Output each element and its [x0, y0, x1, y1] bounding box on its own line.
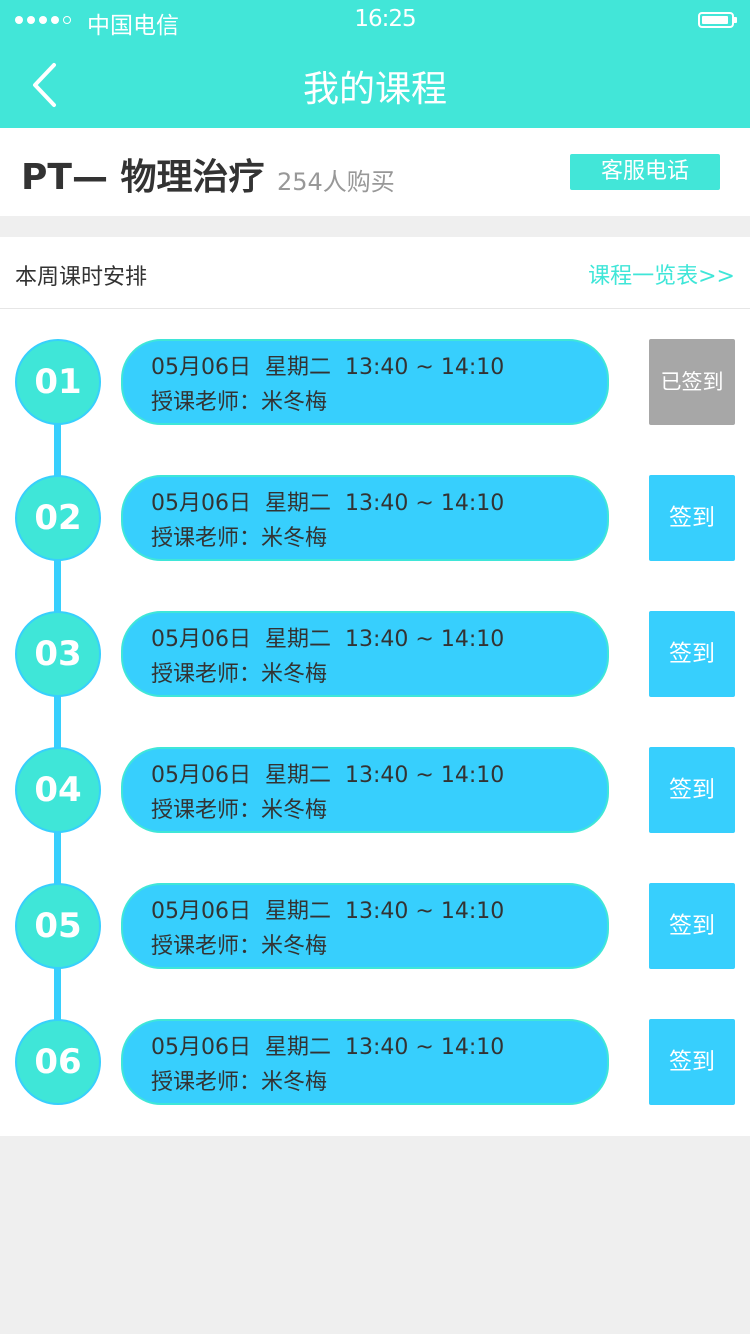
- session-list: 01 05月06日 星期二 13:40 ~ 14:10 授课老师：米冬梅 已签到 0…: [0, 309, 750, 1136]
- signed-in-button[interactable]: 已签到: [649, 339, 735, 425]
- session-teacher: 授课老师：米冬梅: [151, 934, 328, 959]
- session-date: 05月06日: [151, 491, 251, 516]
- session-teacher: 授课老师：米冬梅: [151, 526, 328, 551]
- session-date: 05月06日: [151, 763, 251, 788]
- session-weekday: 星期二: [265, 899, 332, 924]
- session-card: 05月06日 星期二 13:40 ~ 14:10 授课老师：米冬梅: [121, 883, 609, 969]
- session-weekday: 星期二: [265, 355, 332, 380]
- session-teacher: 授课老师：米冬梅: [151, 1070, 328, 1095]
- session-date: 05月06日: [151, 1035, 251, 1060]
- session-row: 02 05月06日 星期二 13:40 ~ 14:10 授课老师：米冬梅 签到: [0, 475, 750, 561]
- session-teacher: 授课老师：米冬梅: [151, 662, 328, 687]
- session-number: 05: [15, 883, 101, 969]
- signal-strength-icon: [15, 16, 71, 24]
- sign-in-button[interactable]: 签到: [649, 1019, 735, 1105]
- session-row: 04 05月06日 星期二 13:40 ~ 14:10 授课老师：米冬梅 签到: [0, 747, 750, 833]
- buyer-count: 254人购买: [277, 168, 395, 196]
- session-card: 05月06日 星期二 13:40 ~ 14:10 授课老师：米冬梅: [121, 611, 609, 697]
- section-divider: [0, 216, 750, 237]
- customer-service-button[interactable]: 客服电话: [570, 154, 720, 190]
- session-number: 06: [15, 1019, 101, 1105]
- session-teacher: 授课老师：米冬梅: [151, 390, 328, 415]
- week-schedule-header: 本周课时安排 课程一览表>>: [0, 237, 750, 309]
- session-teacher: 授课老师：米冬梅: [151, 798, 328, 823]
- session-time: 13:40 ~ 14:10: [345, 763, 505, 788]
- session-row: 06 05月06日 星期二 13:40 ~ 14:10 授课老师：米冬梅 签到: [0, 1019, 750, 1105]
- session-weekday: 星期二: [265, 763, 332, 788]
- session-card: 05月06日 星期二 13:40 ~ 14:10 授课老师：米冬梅: [121, 1019, 609, 1105]
- session-weekday: 星期二: [265, 491, 332, 516]
- session-card: 05月06日 星期二 13:40 ~ 14:10 授课老师：米冬梅: [121, 747, 609, 833]
- status-bar: 中国电信 16:25: [0, 0, 750, 40]
- session-card: 05月06日 星期二 13:40 ~ 14:10 授课老师：米冬梅: [121, 475, 609, 561]
- session-time: 13:40 ~ 14:10: [345, 355, 505, 380]
- header-bar: 中国电信 16:25 我的课程: [0, 0, 750, 128]
- session-row: 01 05月06日 星期二 13:40 ~ 14:10 授课老师：米冬梅 已签到: [0, 339, 750, 425]
- battery-icon: [698, 12, 737, 28]
- week-schedule-title: 本周课时安排: [15, 265, 148, 290]
- session-time: 13:40 ~ 14:10: [345, 627, 505, 652]
- session-time: 13:40 ~ 14:10: [345, 899, 505, 924]
- session-weekday: 星期二: [265, 1035, 332, 1060]
- session-date: 05月06日: [151, 627, 251, 652]
- session-time: 13:40 ~ 14:10: [345, 1035, 505, 1060]
- page-title: 我的课程: [302, 69, 447, 110]
- session-date: 05月06日: [151, 899, 251, 924]
- status-time: 16:25: [354, 6, 416, 32]
- carrier-name: 中国电信: [87, 13, 179, 39]
- session-number: 02: [15, 475, 101, 561]
- course-overview-link[interactable]: 课程一览表>>: [588, 258, 735, 290]
- course-name: PT— 物理治疗: [21, 157, 265, 198]
- course-info: PT— 物理治疗 254人购买 客服电话: [0, 128, 750, 216]
- sign-in-button[interactable]: 签到: [649, 883, 735, 969]
- session-number: 04: [15, 747, 101, 833]
- session-row: 05 05月06日 星期二 13:40 ~ 14:10 授课老师：米冬梅 签到: [0, 883, 750, 969]
- session-row: 03 05月06日 星期二 13:40 ~ 14:10 授课老师：米冬梅 签到: [0, 611, 750, 697]
- session-number: 03: [15, 611, 101, 697]
- session-date: 05月06日: [151, 355, 251, 380]
- sign-in-button[interactable]: 签到: [649, 475, 735, 561]
- session-time: 13:40 ~ 14:10: [345, 491, 505, 516]
- session-number: 01: [15, 339, 101, 425]
- session-weekday: 星期二: [265, 627, 332, 652]
- session-card: 05月06日 星期二 13:40 ~ 14:10 授课老师：米冬梅: [121, 339, 609, 425]
- sign-in-button[interactable]: 签到: [649, 747, 735, 833]
- sign-in-button[interactable]: 签到: [649, 611, 735, 697]
